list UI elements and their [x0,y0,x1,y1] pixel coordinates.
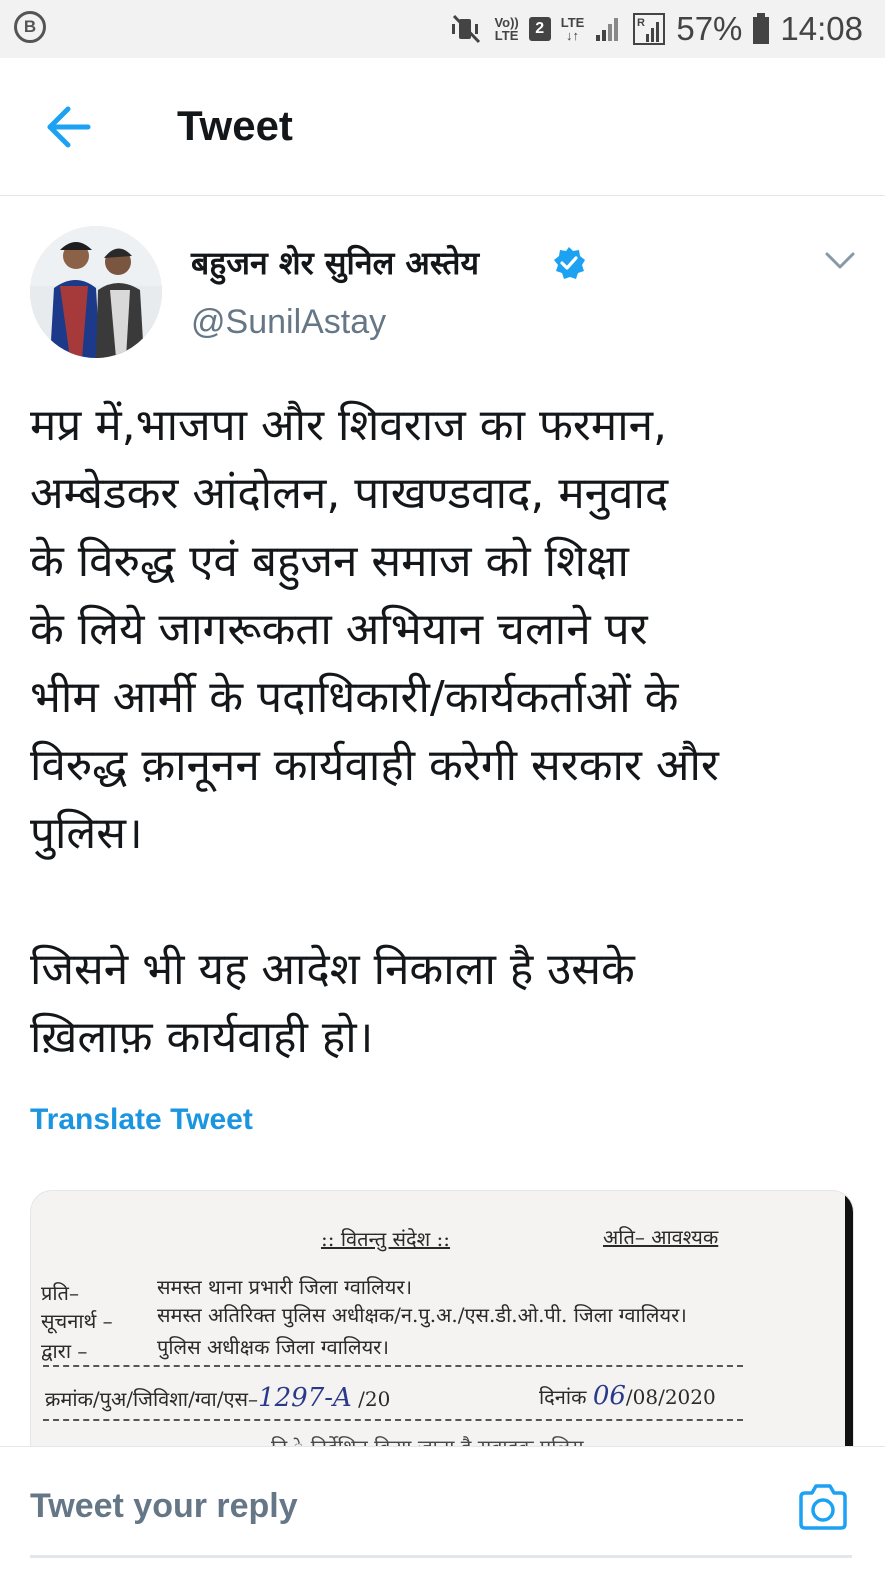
sim-indicator: 2 [528,17,551,41]
doc-info-value: समस्त अतिरिक्त पुलिस अधीक्षक/न.पु.अ./एस.… [157,1303,687,1327]
tweet-text-paragraph-2: जिसने भी यह आदेश निकाला है उसके ख़िलाफ़ … [30,944,635,1063]
svg-text:R: R [637,17,645,29]
doc-by-label: द्वारा – [41,1339,88,1363]
translate-tweet-link[interactable]: Translate Tweet [30,1103,253,1137]
vibrate-mute-icon [452,14,481,44]
arrow-left-icon[interactable] [46,106,92,148]
doc-to-label: प्रति– [41,1281,79,1305]
doc-cut-line: नि े निर्देशित किया जाता है सवाहक पुलिस [271,1435,584,1447]
author-name[interactable]: बहुजन शेर सुनिल अस्तेय [191,241,479,284]
signal-icon [596,18,619,41]
battery-percent: 57% [676,10,743,47]
status-bar: B Vo)) LTE 2 LTE ↓↑ R 57% 14:08 [0,0,885,58]
verified-badge-icon [554,247,585,279]
doc-by-value: पुलिस अधीक्षक जिला ग्वालियर। [157,1335,389,1359]
chevron-down-icon[interactable] [824,250,856,272]
battery-icon [753,13,770,44]
photo-dark-edge [845,1191,853,1447]
tweet-media-image[interactable]: :: वितन्तु संदेश :: अति– आवश्यक प्रति– स… [30,1190,854,1447]
doc-to-value: समस्त थाना प्रभारी जिला ग्वालियर। [157,1275,413,1299]
app-header: Tweet [0,58,885,196]
doc-divider-2 [43,1419,743,1421]
clock: 14:08 [780,10,863,47]
app-badge-icon: B [14,11,46,43]
volte-indicator: Vo)) LTE [494,15,519,43]
doc-reference: क्रमांक/पुअ/जिविशा/ग्वा/एस–1297-A /20 [45,1383,391,1413]
author-handle[interactable]: @SunilAstay [191,303,386,342]
doc-divider [43,1365,743,1367]
tweet-text: मप्र में,भाजपा और शिवराज का फरमान, अम्बे… [30,400,719,859]
reply-bar: Tweet your reply [0,1446,885,1574]
reply-underline [30,1555,852,1558]
doc-urgent: अति– आवश्यक [603,1225,719,1249]
doc-heading: :: वितन्तु संदेश :: [321,1227,451,1251]
avatar[interactable] [30,226,162,358]
camera-icon[interactable] [797,1483,849,1531]
status-icons: Vo)) LTE 2 LTE ↓↑ R 57% 14:08 [448,8,863,50]
doc-info-label: सूचनार्थ – [41,1309,113,1333]
page-title: Tweet [177,102,293,149]
avatar-image [30,226,162,358]
roaming-signal-icon: R [633,13,666,45]
reply-input[interactable]: Tweet your reply [30,1487,298,1526]
doc-date: दिनांक 06/08/2020 [539,1381,716,1411]
lte-indicator: LTE ↓↑ [560,15,585,43]
